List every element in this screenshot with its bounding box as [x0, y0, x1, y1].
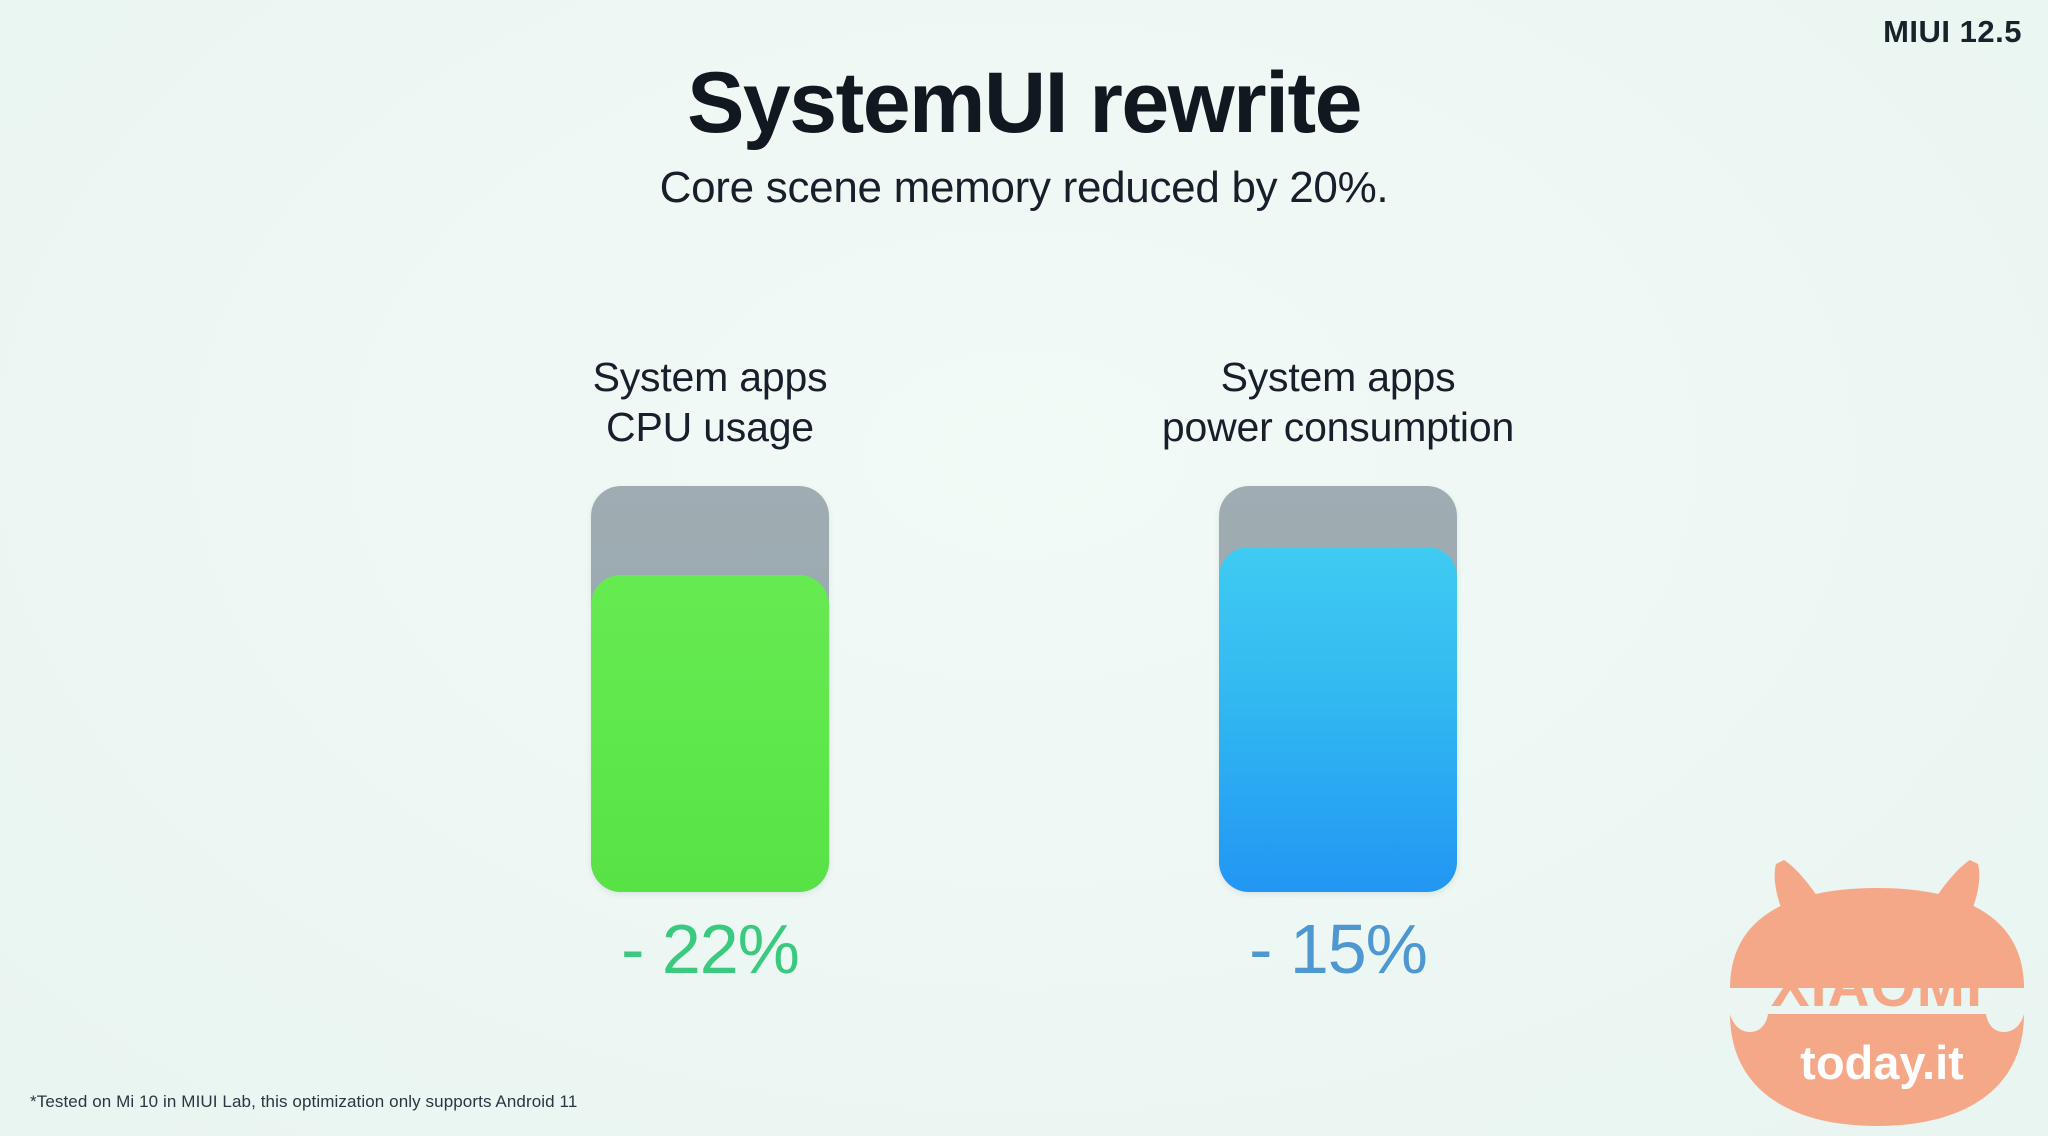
- battery-bar-fill-power: [1219, 546, 1457, 892]
- metric-value-power: - 15%: [1249, 910, 1428, 988]
- metric-value-cpu: - 22%: [621, 910, 800, 988]
- version-badge: MIUI 12.5: [1883, 14, 2022, 49]
- metric-caption: System apps power consumption: [1161, 354, 1515, 451]
- battery-bar-fill-cpu: [591, 575, 829, 892]
- metrics-row: System apps CPU usage - 22% System apps …: [0, 352, 2048, 984]
- slide-root: MIUI 12.5 SystemUI rewrite Core scene me…: [0, 0, 2048, 1136]
- metric-power-consumption: System apps power consumption - 15%: [1024, 352, 1652, 984]
- battery-bar-track-power: [1219, 486, 1457, 892]
- metric-caption: System apps CPU usage: [592, 354, 828, 451]
- page-title: SystemUI rewrite: [687, 55, 1362, 151]
- metric-cpu-usage: System apps CPU usage - 22%: [396, 352, 1024, 984]
- headline-block: SystemUI rewrite Core scene memory reduc…: [0, 58, 2048, 213]
- watermark-site: today.it: [1800, 1036, 1964, 1089]
- battery-bar-track-cpu: [591, 486, 829, 892]
- page-subtitle: Core scene memory reduced by 20%.: [659, 163, 1389, 213]
- footnote: *Tested on Mi 10 in MIUI Lab, this optim…: [30, 1092, 578, 1111]
